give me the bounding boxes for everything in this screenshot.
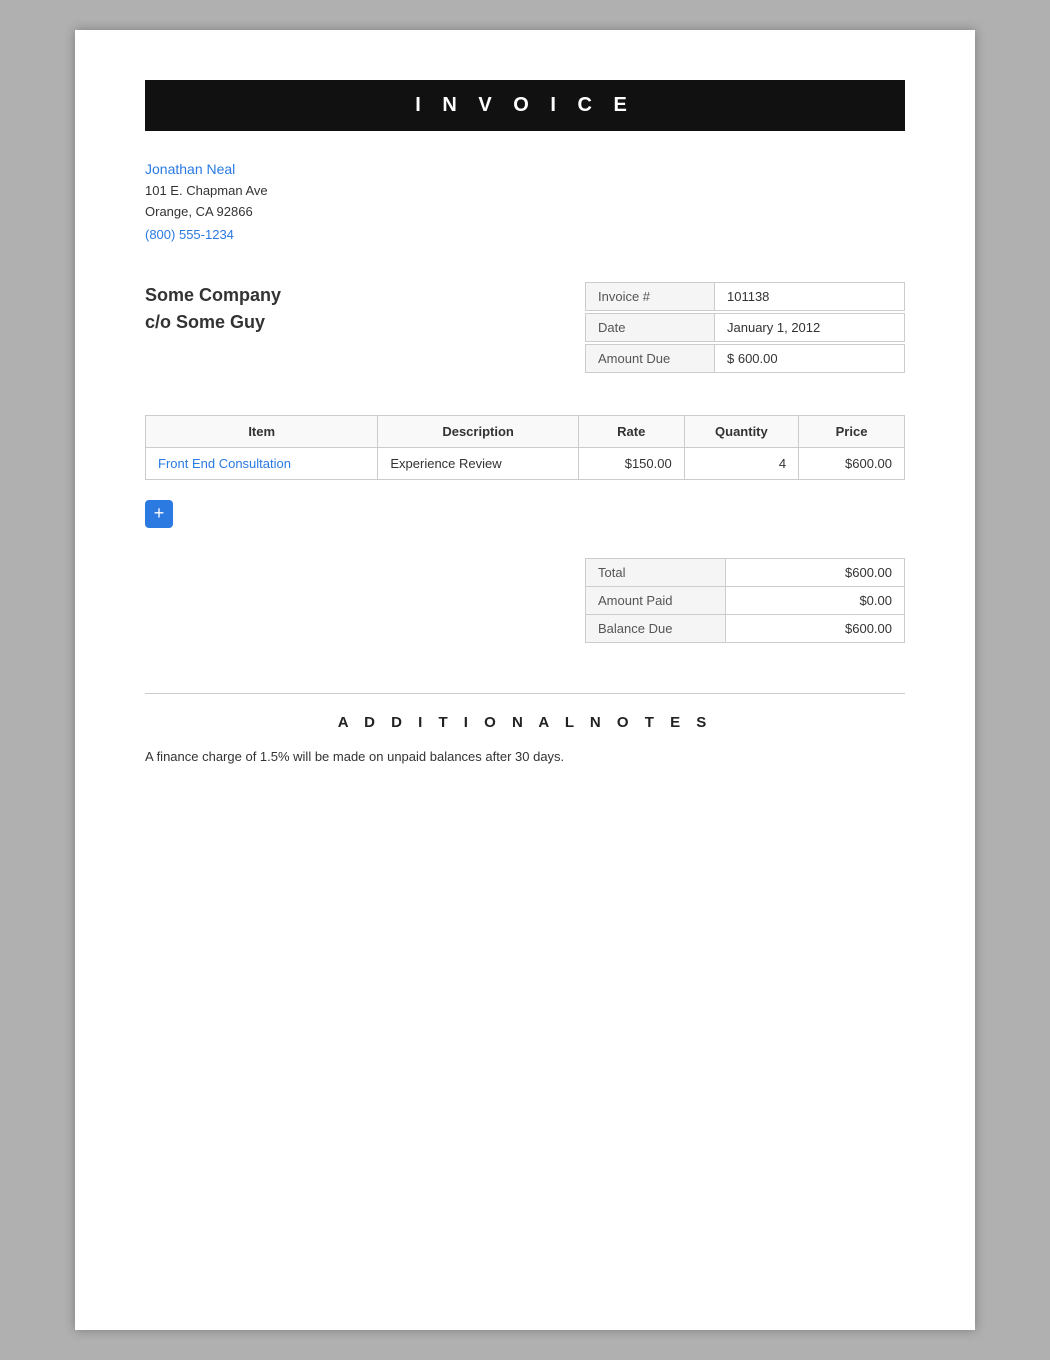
items-table: Item Description Rate Quantity Price Fro… [145, 415, 905, 480]
additional-notes-title: A D D I T I O N A L N O T E S [145, 714, 905, 731]
table-row: Front End Consultation Experience Review… [146, 447, 905, 479]
invoice-number-value: 101138 [715, 282, 905, 311]
amount-due-label: Amount Due [585, 344, 715, 373]
amount-paid-label: Amount Paid [586, 586, 726, 614]
sender-name: Jonathan Neal [145, 161, 905, 177]
sender-address-line1: 101 E. Chapman Ave [145, 181, 905, 202]
total-value: $600.00 [726, 558, 905, 586]
add-icon: + [154, 503, 165, 524]
row-rate: $150.00 [578, 447, 684, 479]
billing-section: Some Company c/o Some Guy Invoice # 1011… [145, 282, 905, 375]
sender-phone: (800) 555-1234 [145, 227, 905, 242]
col-header-description: Description [378, 415, 578, 447]
amount-due-row: Amount Due $ 600.00 [585, 344, 905, 373]
invoice-number-row: Invoice # 101138 [585, 282, 905, 311]
bill-to-contact: c/o Some Guy [145, 309, 281, 336]
date-row: Date January 1, 2012 [585, 313, 905, 342]
balance-due-value: $600.00 [726, 614, 905, 642]
col-header-item: Item [146, 415, 378, 447]
bill-to: Some Company c/o Some Guy [145, 282, 281, 336]
row-quantity: 4 [684, 447, 798, 479]
sender-address-line2: Orange, CA 92866 [145, 202, 905, 223]
totals-table: Total $600.00 Amount Paid $0.00 Balance … [585, 558, 905, 643]
sender-info: Jonathan Neal 101 E. Chapman Ave Orange,… [145, 161, 905, 242]
totals-section: Total $600.00 Amount Paid $0.00 Balance … [145, 558, 905, 643]
row-description: Experience Review [378, 447, 578, 479]
amount-due-value: $ 600.00 [715, 344, 905, 373]
amount-paid-row: Amount Paid $0.00 [586, 586, 905, 614]
invoice-header: I N V O I C E [145, 80, 905, 131]
invoice-meta: Invoice # 101138 Date January 1, 2012 Am… [585, 282, 905, 375]
additional-notes-section: A D D I T I O N A L N O T E S A finance … [145, 693, 905, 768]
balance-due-label: Balance Due [586, 614, 726, 642]
col-header-rate: Rate [578, 415, 684, 447]
amount-paid-value: $0.00 [726, 586, 905, 614]
total-row: Total $600.00 [586, 558, 905, 586]
date-label: Date [585, 313, 715, 342]
invoice-number-label: Invoice # [585, 282, 715, 311]
col-header-price: Price [799, 415, 905, 447]
total-label: Total [586, 558, 726, 586]
row-price: $600.00 [799, 447, 905, 479]
table-header-row: Item Description Rate Quantity Price [146, 415, 905, 447]
balance-due-row: Balance Due $600.00 [586, 614, 905, 642]
invoice-page: I N V O I C E Jonathan Neal 101 E. Chapm… [75, 30, 975, 1330]
additional-notes-body: A finance charge of 1.5% will be made on… [145, 747, 905, 768]
row-item: Front End Consultation [146, 447, 378, 479]
invoice-title: I N V O I C E [415, 94, 635, 116]
date-value: January 1, 2012 [715, 313, 905, 342]
bill-to-company: Some Company [145, 282, 281, 309]
add-row-button[interactable]: + [145, 500, 173, 528]
col-header-quantity: Quantity [684, 415, 798, 447]
